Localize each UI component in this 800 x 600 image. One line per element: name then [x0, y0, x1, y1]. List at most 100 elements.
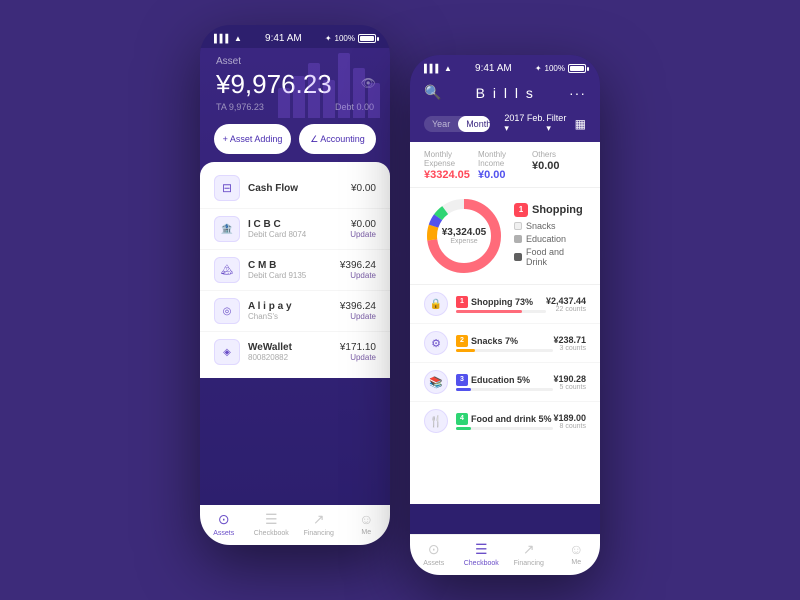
- wifi-icon: ▲: [234, 34, 242, 43]
- legend-education: Education: [514, 234, 586, 244]
- nav-assets-left[interactable]: ⊙ Assets: [200, 511, 248, 537]
- food-bar: [456, 427, 471, 430]
- account-item-wewallet[interactable]: ◈ WeWallet 800820882 ¥171.10 Update: [200, 332, 390, 372]
- category-education[interactable]: 📚 3 Education 5% ¥190.28 5 counts: [410, 363, 600, 402]
- food-info: 4 Food and drink 5%: [456, 413, 553, 430]
- food-name: 4 Food and drink 5%: [456, 413, 553, 425]
- cmb-update[interactable]: Update: [340, 271, 376, 280]
- assets-nav-label: Assets: [213, 530, 234, 537]
- assets-nav-icon: ⊙: [218, 511, 230, 528]
- wewallet-amount: ¥171.10: [340, 342, 376, 353]
- right-phone: ▌▌▌ ▲ 9:41 AM ✦ 100% 🔍 B i l l s ··· Yea…: [410, 55, 600, 575]
- snacks-amount: ¥238.71: [553, 335, 586, 345]
- icbc-name: I C B C: [248, 219, 350, 230]
- filter-button[interactable]: Filter ▾: [546, 113, 568, 134]
- battery-area-right: ✦ 100%: [535, 64, 586, 73]
- legend-title: 1 Shopping: [514, 203, 586, 217]
- cashflow-info: Cash Flow: [248, 183, 351, 194]
- nav-me-left[interactable]: ☺ Me: [343, 511, 391, 537]
- alipay-update[interactable]: Update: [340, 312, 376, 321]
- category-food[interactable]: 🍴 4 Food and drink 5% ¥189.00 8 counts: [410, 402, 600, 440]
- filter-label: Filter ▾: [546, 113, 568, 134]
- education-right: ¥190.28 5 counts: [553, 374, 586, 391]
- me-nav-label: Me: [361, 529, 371, 536]
- account-item-alipay[interactable]: ◎ A l i p a y ChanS's ¥396.24 Update: [200, 291, 390, 332]
- cmb-amount: ¥396.24: [340, 260, 376, 271]
- account-item-icbc[interactable]: 🏦 I C B C Debit Card 8074 ¥0.00 Update: [200, 209, 390, 250]
- icbc-update[interactable]: Update: [350, 230, 376, 239]
- tab-month[interactable]: Month: [458, 116, 490, 132]
- cashflow-right: ¥0.00: [351, 183, 376, 194]
- action-buttons: + Asset Adding ∠ Accounting: [200, 118, 390, 162]
- left-phone: ▌▌▌ ▲ 9:41 AM ✦ 100% Asset ¥9,976.23 TA …: [200, 25, 390, 545]
- filter-bar: Year Month 2017 Feb. ▾ Filter ▾ ▦: [410, 109, 600, 142]
- nav-checkbook-right[interactable]: ☰ Checkbook: [458, 541, 506, 567]
- wewallet-update[interactable]: Update: [340, 353, 376, 362]
- category-snacks[interactable]: ⚙ 2 Snacks 7% ¥238.71 3 counts: [410, 324, 600, 363]
- nav-me-right[interactable]: ☺ Me: [553, 541, 601, 567]
- account-item-cmb[interactable]: 🏔 C M B Debit Card 9135 ¥396.24 Update: [200, 250, 390, 291]
- left-phone-content: Asset ¥9,976.23 TA 9,976.23 Debt 0.00 👁: [200, 48, 390, 505]
- alipay-name: A l i p a y: [248, 301, 340, 312]
- icbc-sub: Debit Card 8074: [248, 230, 350, 239]
- legend-section: 1 Shopping Snacks Education Food and Dri…: [514, 203, 586, 270]
- donut-label: Expense: [442, 238, 487, 245]
- shopping-num: 1: [456, 296, 468, 308]
- snacks-icon: ⚙: [424, 331, 448, 355]
- education-label: Education: [526, 234, 566, 244]
- time-display: 9:41 AM: [265, 33, 302, 44]
- nav-assets-right[interactable]: ⊙ Assets: [410, 541, 458, 567]
- legend-food: Food and Drink: [514, 247, 586, 267]
- category-shopping[interactable]: 🔒 1 Shopping 73% ¥2,437.44 22 counts: [410, 285, 600, 324]
- asset-header: Asset ¥9,976.23 TA 9,976.23 Debt 0.00 👁: [200, 48, 390, 118]
- tab-year[interactable]: Year: [424, 116, 458, 132]
- search-icon[interactable]: 🔍: [424, 84, 441, 101]
- nav-financing-left[interactable]: ↗ Financing: [295, 511, 343, 537]
- signal-icon: ▌▌▌: [214, 34, 231, 43]
- checkbook-nav-icon-right: ☰: [475, 541, 488, 558]
- food-num: 4: [456, 413, 468, 425]
- filter-right: Filter ▾ ▦: [546, 113, 586, 134]
- cmb-name: C M B: [248, 260, 340, 271]
- cmb-right: ¥396.24 Update: [340, 260, 376, 280]
- battery-icon: [358, 34, 376, 43]
- accounting-button[interactable]: ∠ Accounting: [299, 124, 376, 154]
- more-icon[interactable]: ···: [569, 85, 586, 101]
- month-selector[interactable]: 2017 Feb. ▾: [504, 113, 546, 134]
- status-bar-right: ▌▌▌ ▲ 9:41 AM ✦ 100%: [410, 55, 600, 78]
- signal-icon-right: ▌▌▌: [424, 64, 441, 73]
- assets-nav-icon-right: ⊙: [428, 541, 440, 558]
- education-amount: ¥190.28: [553, 374, 586, 384]
- cmb-info: C M B Debit Card 9135: [248, 260, 340, 280]
- cmb-sub: Debit Card 9135: [248, 271, 340, 280]
- battery-percent: 100%: [335, 34, 355, 43]
- education-info: 3 Education 5%: [456, 374, 553, 391]
- time-display-right: 9:41 AM: [475, 63, 512, 74]
- chart-view-icon[interactable]: ▦: [575, 117, 586, 131]
- legend-num: 1: [514, 203, 528, 217]
- nav-financing-right[interactable]: ↗ Financing: [505, 541, 553, 567]
- account-list: ⊟ Cash Flow ¥0.00 🏦 I C B C Debit Card 8…: [200, 162, 390, 378]
- nav-checkbook-left[interactable]: ☰ Checkbook: [248, 511, 296, 537]
- donut-amount: ¥3,324.05: [442, 227, 487, 238]
- shopping-name: 1 Shopping 73%: [456, 296, 546, 308]
- me-nav-icon-right: ☺: [569, 541, 583, 557]
- month-label: 2017 Feb. ▾: [504, 113, 546, 134]
- bottom-nav-left: ⊙ Assets ☰ Checkbook ↗ Financing ☺ Me: [200, 505, 390, 545]
- education-icon: 📚: [424, 370, 448, 394]
- wewallet-info: WeWallet 800820882: [248, 342, 340, 362]
- legend-snacks: Snacks: [514, 221, 586, 231]
- food-dot: [514, 253, 522, 261]
- assets-nav-label-right: Assets: [423, 560, 444, 567]
- icbc-icon: 🏦: [214, 216, 240, 242]
- education-dot: [514, 235, 522, 243]
- education-name: 3 Education 5%: [456, 374, 553, 386]
- snacks-count: 3 counts: [553, 345, 586, 352]
- others-label: Others: [532, 150, 586, 159]
- snacks-label: Snacks: [526, 221, 556, 231]
- snacks-num: 2: [456, 335, 468, 347]
- account-item-cashflow[interactable]: ⊟ Cash Flow ¥0.00: [200, 168, 390, 209]
- asset-adding-button[interactable]: + Asset Adding: [214, 124, 291, 154]
- financing-nav-icon: ↗: [313, 511, 325, 528]
- signal-area-right: ▌▌▌ ▲: [424, 64, 452, 73]
